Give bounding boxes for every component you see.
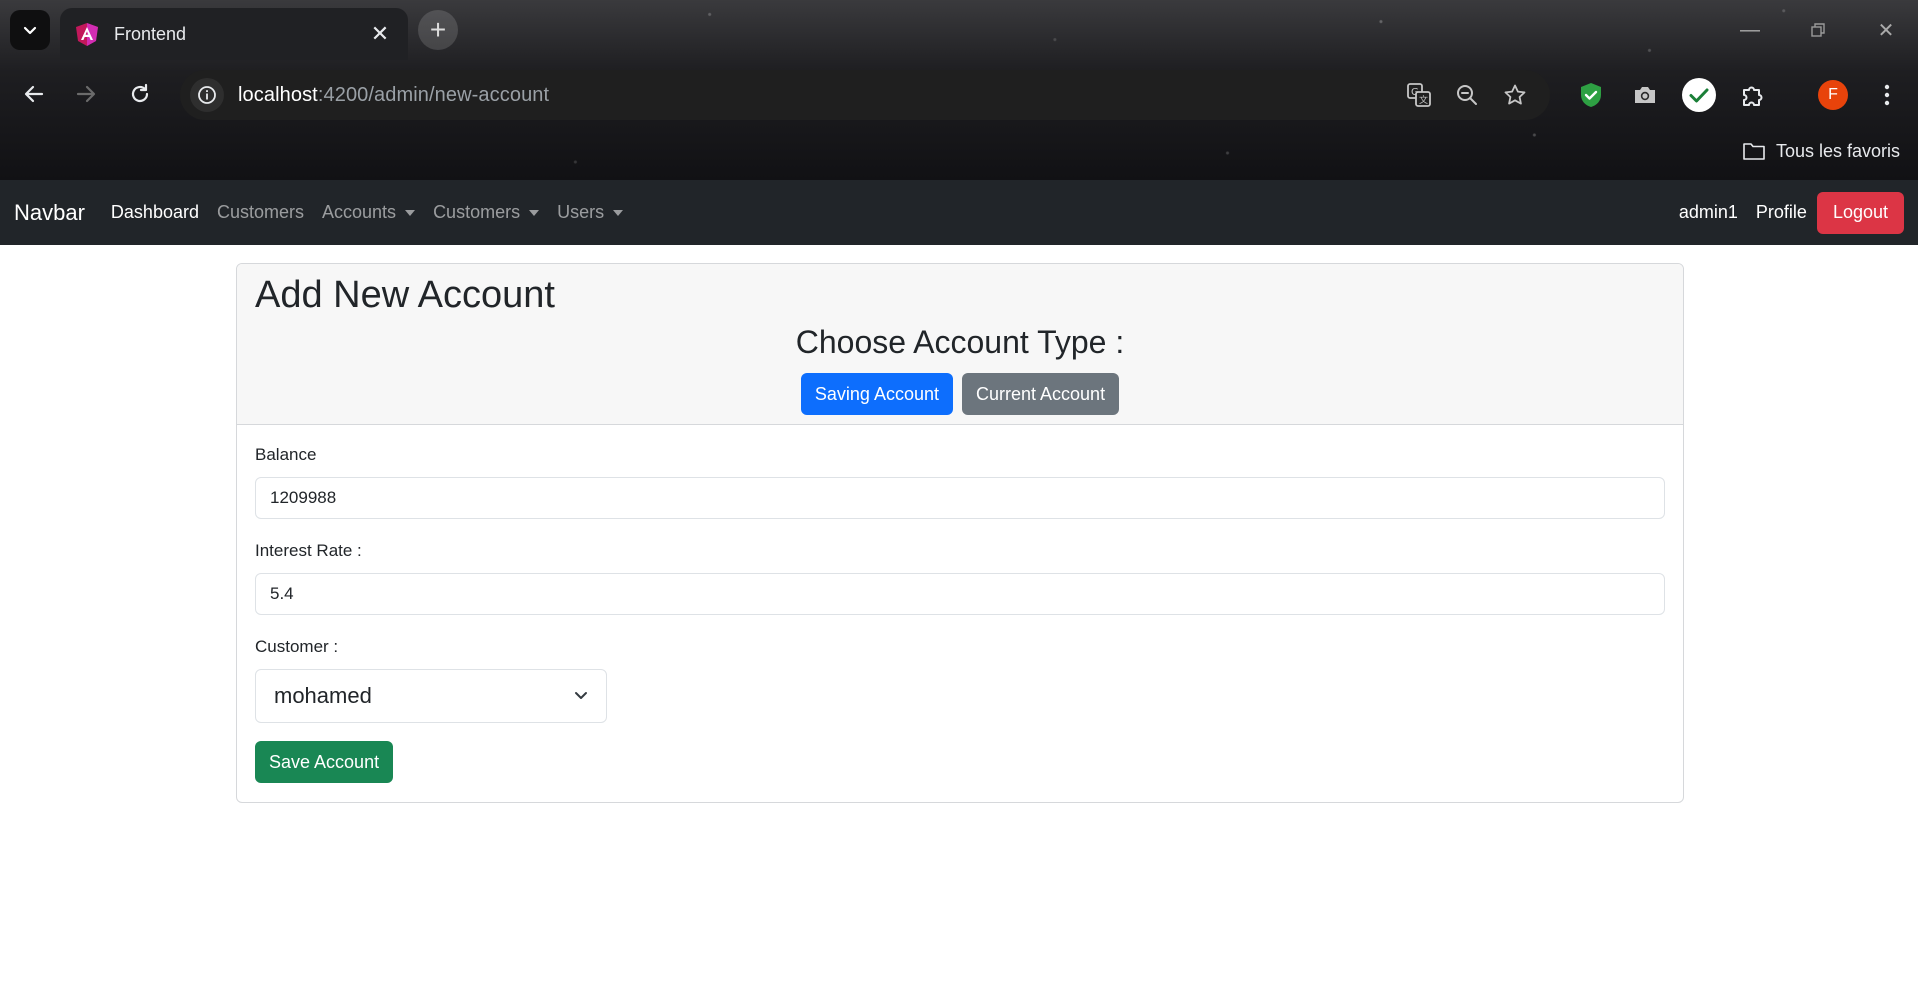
svg-text:文: 文 bbox=[1419, 94, 1428, 106]
navbar-user-area: admin1 Profile Logout bbox=[1679, 191, 1904, 234]
translate-button[interactable]: G文 bbox=[1402, 78, 1436, 112]
folder-icon bbox=[1743, 143, 1765, 160]
chevron-down-icon bbox=[575, 692, 587, 699]
profile-avatar-button[interactable]: F bbox=[1814, 76, 1852, 114]
page-title: Add New Account bbox=[255, 274, 555, 316]
puzzle-icon bbox=[1743, 86, 1763, 106]
url-host: localhost bbox=[238, 83, 318, 106]
check-circle-icon bbox=[1682, 78, 1716, 112]
extensions-menu-button[interactable] bbox=[1734, 76, 1772, 114]
url-path: :4200/admin/new-account bbox=[317, 83, 550, 106]
back-button[interactable] bbox=[14, 74, 54, 114]
url-text[interactable]: localhost:4200/admin/new-account bbox=[238, 84, 549, 107]
interest-rate-input[interactable]: 5.4 bbox=[255, 573, 1665, 615]
tab-search-button[interactable] bbox=[10, 10, 50, 50]
avatar-initial: F bbox=[1828, 86, 1838, 103]
restore-icon bbox=[1811, 23, 1825, 37]
camera-icon bbox=[1635, 87, 1655, 103]
caret-down-icon bbox=[529, 209, 540, 216]
close-tab-icon[interactable]: ✕ bbox=[366, 20, 394, 48]
zoom-out-icon bbox=[1457, 85, 1477, 105]
app-navbar: Navbar Dashboard Customers Accounts Cust… bbox=[0, 180, 1918, 245]
forward-button[interactable] bbox=[66, 74, 106, 114]
reload-button[interactable] bbox=[120, 74, 160, 114]
nav-accounts-label: Accounts bbox=[322, 202, 397, 222]
save-account-button[interactable]: Save Account bbox=[255, 741, 394, 783]
balance-label: Balance bbox=[255, 445, 317, 464]
star-icon bbox=[1504, 84, 1526, 105]
zoom-button[interactable] bbox=[1450, 78, 1484, 112]
caret-down-icon bbox=[405, 209, 416, 216]
caret-down-icon bbox=[613, 209, 624, 216]
nav-customers-dropdown[interactable]: Customers bbox=[433, 202, 540, 223]
minimize-button[interactable]: — bbox=[1732, 14, 1768, 46]
balance-input[interactable]: 1209988 bbox=[255, 477, 1665, 519]
nav-username[interactable]: admin1 bbox=[1679, 202, 1738, 223]
tab-title: Frontend bbox=[114, 23, 187, 44]
site-info-button[interactable] bbox=[190, 78, 224, 112]
customer-label: Customer : bbox=[255, 637, 339, 656]
current-account-button[interactable]: Current Account bbox=[962, 373, 1120, 415]
nav-accounts-dropdown[interactable]: Accounts bbox=[322, 202, 416, 223]
all-bookmarks-label: Tous les favoris bbox=[1775, 140, 1900, 161]
navbar-brand[interactable]: Navbar bbox=[14, 200, 85, 226]
card-header: Add New Account Choose Account Type : Sa… bbox=[237, 264, 1683, 425]
nav-dashboard-link[interactable]: Dashboard bbox=[111, 202, 199, 223]
new-tab-button[interactable]: + bbox=[418, 10, 458, 50]
new-account-card: Add New Account Choose Account Type : Sa… bbox=[236, 263, 1684, 803]
all-bookmarks-button[interactable]: Tous les favoris bbox=[1742, 136, 1900, 166]
balance-value: 1209988 bbox=[270, 488, 337, 507]
logout-button[interactable]: Logout bbox=[1816, 191, 1904, 234]
address-bar[interactable]: localhost:4200/admin/new-account G文 bbox=[180, 70, 1550, 120]
browser-tab-active[interactable]: Frontend ✕ bbox=[60, 8, 408, 60]
choose-account-type-heading: Choose Account Type : bbox=[795, 324, 1125, 360]
angular-icon bbox=[76, 23, 98, 46]
nav-profile-link[interactable]: Profile bbox=[1756, 202, 1807, 223]
interest-rate-value: 5.4 bbox=[270, 584, 294, 603]
restore-button[interactable] bbox=[1800, 14, 1836, 46]
nav-customers-dropdown-label: Customers bbox=[433, 202, 521, 222]
nav-customers-link[interactable]: Customers bbox=[217, 202, 304, 223]
saving-account-button[interactable]: Saving Account bbox=[800, 373, 953, 415]
avatar: F bbox=[1818, 80, 1848, 110]
browser-chrome: Frontend ✕ + — ✕ localhost:4200/admin/ne… bbox=[0, 0, 1918, 180]
nav-users-dropdown[interactable]: Users bbox=[557, 202, 624, 223]
extension-shield-button[interactable] bbox=[1572, 76, 1610, 114]
arrow-right-icon bbox=[76, 85, 96, 103]
chevron-down-icon bbox=[23, 26, 37, 35]
shield-icon bbox=[1581, 83, 1601, 107]
nav-users-label: Users bbox=[557, 202, 605, 222]
customer-select[interactable]: mohamed bbox=[255, 669, 607, 723]
account-form: Balance 1209988 Interest Rate : 5.4 Cust… bbox=[237, 425, 1683, 783]
browser-menu-button[interactable] bbox=[1868, 76, 1906, 114]
plus-icon: + bbox=[429, 14, 447, 45]
arrow-left-icon bbox=[24, 85, 44, 103]
close-window-button[interactable]: ✕ bbox=[1868, 14, 1904, 46]
interest-rate-label: Interest Rate : bbox=[255, 541, 362, 560]
info-icon bbox=[198, 86, 216, 104]
translate-icon: G文 bbox=[1407, 83, 1431, 107]
customer-selected-value: mohamed bbox=[274, 683, 372, 708]
bookmark-star-button[interactable] bbox=[1498, 78, 1532, 112]
extension-check-button[interactable] bbox=[1680, 76, 1718, 114]
more-vertical-icon bbox=[1884, 84, 1890, 106]
account-type-buttons: Saving Account Current Account bbox=[237, 373, 1683, 415]
extension-camera-button[interactable] bbox=[1626, 76, 1664, 114]
reload-icon bbox=[131, 83, 149, 103]
